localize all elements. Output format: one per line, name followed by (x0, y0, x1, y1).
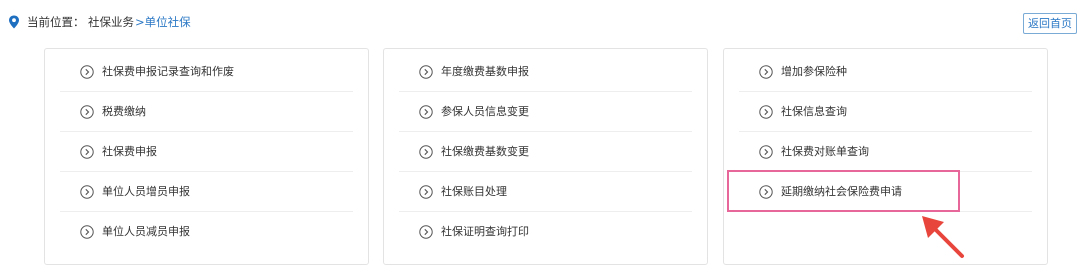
circle-chevron-right-icon (419, 105, 433, 119)
menu-item-account-processing[interactable]: 社保账目处理 (399, 172, 692, 212)
menu-item-deferred-payment-application[interactable]: 延期缴纳社会保险费申请 (739, 172, 1032, 212)
circle-chevron-right-icon (759, 65, 773, 79)
menu-item-certificate-print[interactable]: 社保证明查询打印 (399, 212, 692, 252)
circle-chevron-right-icon (759, 105, 773, 119)
breadcrumb-category[interactable]: 社保业务 (88, 15, 134, 29)
menu-item-label: 单位人员减员申报 (102, 225, 190, 238)
page: 当前位置： 社保业务 >单位社保 返回首页 社保费申报记录查询和作废 税费缴纳 … (0, 0, 1080, 270)
menu-item-label: 单位人员增员申报 (102, 185, 190, 198)
circle-chevron-right-icon (80, 225, 94, 239)
menu-item-label: 税费缴纳 (102, 105, 146, 118)
menu-item-label: 社保费对账单查询 (781, 145, 869, 158)
menu-item-label: 增加参保险种 (781, 65, 847, 78)
menu-item-label: 社保费申报 (102, 145, 157, 158)
menu-item-label: 延期缴纳社会保险费申请 (781, 185, 902, 198)
menu-item-base-change[interactable]: 社保缴费基数变更 (399, 132, 692, 172)
menu-item-info-query[interactable]: 社保信息查询 (739, 92, 1032, 132)
circle-chevron-right-icon (80, 65, 94, 79)
service-panel-3: 增加参保险种 社保信息查询 社保费对账单查询 延期缴纳社会保险费申请 (723, 48, 1048, 265)
service-panel-1: 社保费申报记录查询和作废 税费缴纳 社保费申报 单位人员增员申报 单位人员减员申… (44, 48, 369, 265)
menu-item-annual-base-declaration[interactable]: 年度缴费基数申报 (399, 52, 692, 92)
circle-chevron-right-icon (419, 145, 433, 159)
menu-item-social-insurance-declaration[interactable]: 社保费申报 (60, 132, 353, 172)
breadcrumb-prefix: 当前位置： (27, 15, 85, 29)
menu-item-label: 社保费申报记录查询和作废 (102, 65, 234, 78)
location-bar: 当前位置： 社保业务 >单位社保 返回首页 (0, 0, 1080, 44)
menu-item-tax-payment[interactable]: 税费缴纳 (60, 92, 353, 132)
menu-item-statement-query[interactable]: 社保费对账单查询 (739, 132, 1032, 172)
menu-item-label: 参保人员信息变更 (441, 105, 529, 118)
circle-chevron-right-icon (419, 185, 433, 199)
menu-item-staff-add[interactable]: 单位人员增员申报 (60, 172, 353, 212)
return-home-button[interactable]: 返回首页 (1023, 13, 1077, 34)
circle-chevron-right-icon (419, 225, 433, 239)
circle-chevron-right-icon (80, 105, 94, 119)
circle-chevron-right-icon (419, 65, 433, 79)
menu-item-staff-reduce[interactable]: 单位人员减员申报 (60, 212, 353, 252)
menu-item-add-insurance-type[interactable]: 增加参保险种 (739, 52, 1032, 92)
circle-chevron-right-icon (759, 185, 773, 199)
breadcrumb-current[interactable]: >单位社保 (135, 15, 191, 29)
menu-item-label: 社保证明查询打印 (441, 225, 529, 238)
circle-chevron-right-icon (759, 145, 773, 159)
menu-item-label: 社保账目处理 (441, 185, 507, 198)
service-panel-2: 年度缴费基数申报 参保人员信息变更 社保缴费基数变更 社保账目处理 社保证明查询… (383, 48, 708, 265)
menu-item-declaration-record-query[interactable]: 社保费申报记录查询和作废 (60, 52, 353, 92)
menu-item-insured-info-change[interactable]: 参保人员信息变更 (399, 92, 692, 132)
location-pin-icon (9, 15, 19, 29)
circle-chevron-right-icon (80, 145, 94, 159)
circle-chevron-right-icon (80, 185, 94, 199)
menu-item-label: 年度缴费基数申报 (441, 65, 529, 78)
menu-item-label: 社保信息查询 (781, 105, 847, 118)
menu-item-label: 社保缴费基数变更 (441, 145, 529, 158)
